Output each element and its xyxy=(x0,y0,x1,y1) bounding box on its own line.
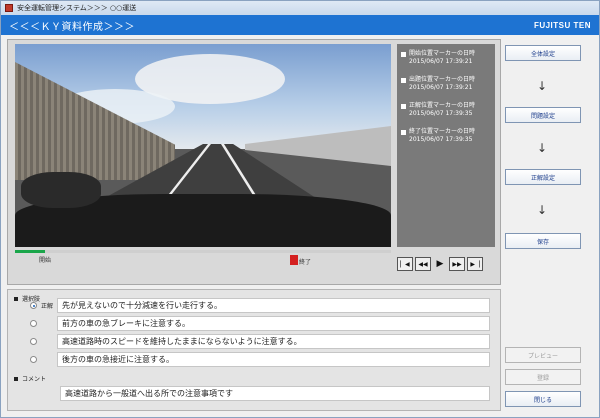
marker-info-answer: 正解位置マーカーの日時 2015/06/07 17:39:35 xyxy=(401,102,491,118)
choice-radio[interactable] xyxy=(30,320,37,327)
app-icon xyxy=(5,4,13,12)
player-controls: ▏◀ ◀◀ ▶ ▶▶ ▶▕ xyxy=(397,257,495,271)
marker-label: 開始位置マーカーの日時 xyxy=(409,50,476,57)
video-panel: 開始 終了 開始位置マーカーの日時 2015/06/07 17:39:21 出題… xyxy=(7,39,501,285)
choice-text-field[interactable]: 先が見えないので十分減速を行い走行する。 xyxy=(57,298,490,313)
choice-row: 後方の車の急接近に注意する。 xyxy=(30,352,490,367)
window-titlebar: 安全運転管理システム＞＞＞ ○○運送 xyxy=(1,1,599,15)
comment-label-text: コメント xyxy=(22,376,47,383)
comment-field[interactable]: 高速道路から一般道へ出る所での注意事項です xyxy=(60,386,490,401)
marker-datetime: 2015/06/07 17:39:21 xyxy=(409,58,473,65)
section-bullet-icon xyxy=(14,296,18,301)
video-progress-bar[interactable] xyxy=(15,250,391,253)
start-marker-label: 開始 xyxy=(39,257,52,264)
register-button[interactable]: 登録 xyxy=(505,369,581,385)
app-window: 安全運転管理システム＞＞＞ ○○運送 ＜＜＜ＫＹ資料作成＞＞＞ FUJITSU … xyxy=(0,0,600,418)
marker-label: 正解位置マーカーの日時 xyxy=(409,102,476,109)
marker-info-question: 出題位置マーカーの日時 2015/06/07 17:39:21 xyxy=(401,76,491,92)
overall-settings-button[interactable]: 全体設定 xyxy=(505,45,581,61)
end-marker-icon[interactable] xyxy=(290,255,298,265)
answer-panel: 選択肢 正解 先が見えないので十分減速を行い走行する。 前方の車の急ブレーキに注… xyxy=(7,289,501,411)
choice-row: 高速道路時のスピードを維持したままにならないように注意する。 xyxy=(30,334,490,349)
choice-text-field[interactable]: 前方の車の急ブレーキに注意する。 xyxy=(57,316,490,331)
choice-row: 正解 先が見えないので十分減速を行い走行する。 xyxy=(30,298,490,313)
close-button[interactable]: 閉じる xyxy=(505,391,581,407)
end-marker-label: 終了 xyxy=(299,259,312,266)
next-frame-icon[interactable]: ▶▕ xyxy=(467,257,483,271)
comment-section-label: コメント xyxy=(14,374,46,383)
dashcam-video[interactable] xyxy=(15,44,391,247)
marker-info-panel: 開始位置マーカーの日時 2015/06/07 17:39:21 出題位置マーカー… xyxy=(397,44,495,247)
choice-row: 前方の車の急ブレーキに注意する。 xyxy=(30,316,490,331)
marker-info-start: 開始位置マーカーの日時 2015/06/07 17:39:21 xyxy=(401,50,491,66)
marker-datetime: 2015/06/07 17:39:21 xyxy=(409,84,473,91)
marker-bullet-icon xyxy=(401,51,406,57)
choice-radio[interactable] xyxy=(30,302,37,309)
marker-datetime: 2015/06/07 17:39:35 xyxy=(409,110,473,117)
rewind-icon[interactable]: ◀◀ xyxy=(415,257,431,271)
choice-radio[interactable] xyxy=(30,356,37,363)
choice-radio[interactable] xyxy=(30,338,37,345)
step-arrow-icon: ↓ xyxy=(537,141,548,155)
prev-frame-icon[interactable]: ▏◀ xyxy=(397,257,413,271)
window-title: 安全運転管理システム＞＞＞ ○○運送 xyxy=(17,4,137,12)
screen-header: ＜＜＜ＫＹ資料作成＞＞＞ FUJITSU TEN xyxy=(1,15,599,35)
correct-tag: 正解 xyxy=(41,303,54,310)
marker-datetime: 2015/06/07 17:39:35 xyxy=(409,136,473,143)
step-arrow-icon: ↓ xyxy=(537,79,548,93)
marker-label: 終了位置マーカーの日時 xyxy=(409,128,476,135)
choice-text-field[interactable]: 高速道路時のスピードを維持したままにならないように注意する。 xyxy=(57,334,490,349)
answer-settings-button[interactable]: 正解設定 xyxy=(505,169,581,185)
save-button[interactable]: 保存 xyxy=(505,233,581,249)
marker-info-end: 終了位置マーカーの日時 2015/06/07 17:39:35 xyxy=(401,128,491,144)
step-buttons: 全体設定 ↓ 問題設定 ↓ 正解設定 ↓ 保存 プレビュー 登録 閉じる xyxy=(505,39,595,411)
video-progress-fill xyxy=(15,250,46,253)
brand-logo: FUJITSU TEN xyxy=(533,20,591,30)
fast-forward-icon[interactable]: ▶▶ xyxy=(449,257,465,271)
marker-bullet-icon xyxy=(401,103,406,109)
marker-label: 出題位置マーカーの日時 xyxy=(409,76,476,83)
section-bullet-icon xyxy=(14,376,18,381)
step-arrow-icon: ↓ xyxy=(537,203,548,217)
marker-bullet-icon xyxy=(401,129,406,135)
play-icon[interactable]: ▶ xyxy=(433,257,447,271)
screen-title: ＜＜＜ＫＹ資料作成＞＞＞ xyxy=(9,21,135,33)
preview-button[interactable]: プレビュー xyxy=(505,347,581,363)
question-settings-button[interactable]: 問題設定 xyxy=(505,107,581,123)
marker-bullet-icon xyxy=(401,77,406,83)
choice-text-field[interactable]: 後方の車の急接近に注意する。 xyxy=(57,352,490,367)
